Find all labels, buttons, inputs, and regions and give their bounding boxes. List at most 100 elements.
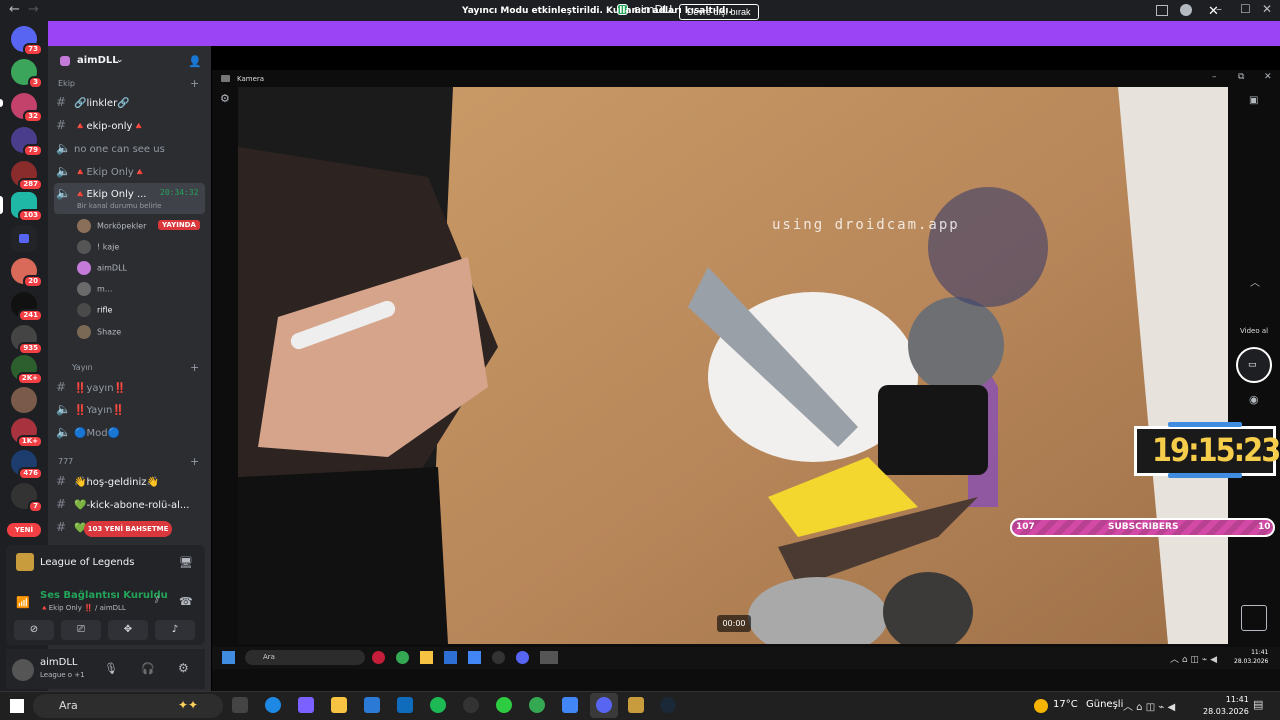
server-icon[interactable] [11,387,37,413]
noise-suppression-icon[interactable]: ⫽ [155,595,159,606]
category-yayin[interactable]: Yayın [72,363,93,372]
server-icon[interactable]: 241 [11,292,43,322]
close-video-icon[interactable]: ✕ [1264,72,1272,82]
screen-share-button[interactable]: ⎚ [61,620,101,640]
channel-linkler[interactable]: # 🔗linkler🔗 [56,95,130,109]
server-icon[interactable]: 935 [11,325,43,355]
overlay-icon[interactable]: 🖥 [179,556,193,569]
settings-gear-icon[interactable]: ⚙ [178,661,189,675]
taskbar-clock[interactable]: 11:41 28.03.2026 [1203,694,1249,718]
voice-member[interactable]: Morköpekler [77,219,146,233]
league-of-legends-icon[interactable] [628,697,644,713]
inner-start-icon [222,651,235,664]
voice-channel-path[interactable]: 🔺Ekip Only ‼️ / aimDLL [40,604,126,612]
new-indicator[interactable]: YENİ [7,523,41,537]
video-settings-icon[interactable]: ⚙ [220,92,230,105]
minimize-video-icon[interactable]: – [1212,72,1217,82]
server-name[interactable]: aimDLL [77,55,119,66]
channel-yayin[interactable]: # ‼️yayın‼️ [56,380,126,394]
voice-channel-yayin[interactable]: 🔈 ‼️Yayın‼️ [56,402,125,416]
popout-icon[interactable]: ⧉ [1238,72,1244,82]
category-777[interactable]: 777 [58,457,73,466]
server-icon[interactable]: 7 [11,483,43,513]
voice-status[interactable]: Ses Bağlantısı Kuruldu [40,590,168,601]
app-icon[interactable] [496,697,512,713]
server-icon[interactable]: 103 [11,192,43,222]
notifications-icon[interactable]: ▤ [1253,698,1263,711]
steam-icon[interactable] [660,697,676,713]
edge-icon[interactable] [265,697,281,713]
record-video-button[interactable]: ▭ [1236,347,1272,383]
voice-member[interactable]: aimDLL [77,261,127,275]
channel-ekip-only[interactable]: # 🔺ekip-only🔺 [56,118,145,132]
avatar[interactable] [12,659,34,681]
add-channel-icon[interactable]: + [190,455,199,468]
windows-start-icon[interactable] [10,699,24,713]
server-icon[interactable]: 287 [11,161,43,191]
app-icon[interactable] [562,697,578,713]
maximize-button[interactable]: ☐ [1240,2,1251,16]
discord-home-icon[interactable]: 73 [11,26,43,56]
hash-icon: # [56,95,67,109]
chevron-up-icon[interactable]: ︿ [1250,274,1260,289]
voice-member[interactable]: ! kaje [77,240,119,254]
server-icon[interactable]: 20 [11,258,43,288]
weather-temp[interactable]: 17°C [1053,699,1078,710]
soundboard-button[interactable]: ♪ [155,620,195,640]
chevron-down-icon[interactable]: ⌄ [116,55,124,65]
channel-green[interactable]: # 💚 [56,520,86,534]
add-member-icon[interactable]: 👤 [188,55,202,68]
forward-arrow-icon[interactable]: → [28,2,39,17]
close-button[interactable]: ✕ [1262,2,1272,16]
discord-icon[interactable] [596,697,612,713]
voice-channel-ekip-only[interactable]: 🔈 🔺Ekip Only🔺 [56,164,146,178]
voice-channel-ekip-only-active[interactable]: 🔈 🔺Ekip Only ... [56,186,147,200]
server-icon[interactable]: 2K+ [11,355,43,385]
channel-kick-abone[interactable]: # 💚-kick-abone-rolü-al... [56,497,189,511]
speaker-icon: 🔈 [56,141,71,155]
voice-channel-mod[interactable]: 🔈 🔵Mod🔵 [56,425,120,439]
spotify-icon[interactable] [430,697,446,713]
app-icon[interactable] [463,697,479,713]
microphone-icon[interactable]: 🎙 [104,662,118,675]
game-name: League of Legends [40,557,135,568]
banner-close-icon[interactable]: ✕ [1208,4,1219,19]
disable-streamer-mode-button[interactable]: Devre dışı bırak [679,4,759,20]
mail-icon[interactable] [397,697,413,713]
channel-status[interactable]: Bir kanal durumu belirle [77,202,161,210]
camera-off-button[interactable]: ⊘ [14,620,54,640]
help-icon[interactable] [1180,4,1192,16]
folder-icon[interactable] [11,226,37,252]
task-view-icon[interactable] [232,697,248,713]
weather-desc[interactable]: Güneşli [1086,699,1123,710]
add-channel-icon[interactable]: + [190,361,199,374]
avatar [77,261,91,275]
new-mentions-pill[interactable]: 103 YENİ BAHSETME [84,521,172,537]
inner-camera-app-icon [540,651,558,664]
copilot-icon[interactable] [298,697,314,713]
disconnect-icon[interactable]: ☎ [179,595,193,608]
server-icon[interactable]: 32 [11,93,43,123]
file-explorer-icon[interactable] [331,697,347,713]
server-icon[interactable]: 1K+ [11,418,43,448]
voice-member[interactable]: rifle [77,303,112,317]
voice-member[interactable]: Shaze [77,325,121,339]
back-arrow-icon[interactable]: ← [9,2,20,17]
server-icon[interactable]: 79 [11,127,43,157]
inbox-icon[interactable] [1156,5,1168,16]
photo-camera-icon[interactable]: ◉ [1249,393,1259,406]
channel-hos-geldiniz[interactable]: # 👋hoş-geldiniz👋 [56,474,159,488]
tray-icons[interactable]: ︿ ⌂ ◫ ⌁ ◀ [1123,698,1175,713]
server-icon[interactable]: 476 [11,450,43,480]
last-capture-thumbnail[interactable] [1241,605,1267,631]
voice-channel-no-one[interactable]: 🔈 no one can see us [56,141,165,155]
add-channel-icon[interactable]: + [190,77,199,90]
category-ekip[interactable]: Ekip [58,79,75,88]
headphones-icon[interactable]: 🎧 [141,662,155,675]
voice-member[interactable]: m... [77,282,112,296]
store-icon[interactable] [364,697,380,713]
gallery-icon[interactable]: ▣ [1249,95,1258,106]
activities-button[interactable]: ✥ [108,620,148,640]
chrome-icon[interactable] [529,697,545,713]
server-icon[interactable]: 3 [11,59,43,89]
